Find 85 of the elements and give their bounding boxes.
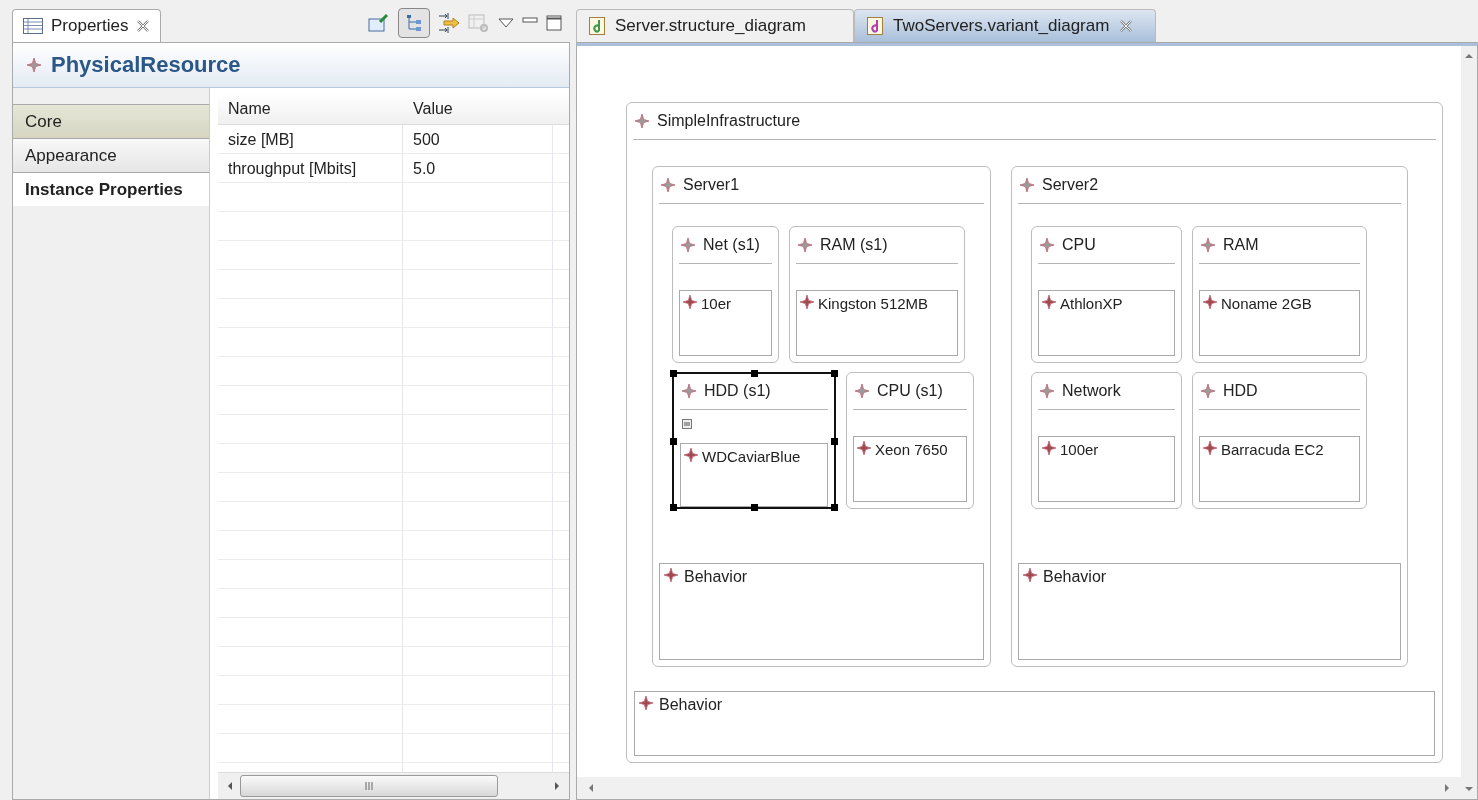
star-icon [857,441,871,455]
table-cell-text: 500 [412,130,441,149]
component-name: Net (s1) [703,236,760,254]
component-name: HDD (s1) [704,382,771,401]
star-icon [1201,384,1215,398]
selection-handle[interactable] [831,370,838,377]
grip-icon [364,782,374,790]
star-icon [27,58,41,72]
section-tab[interactable]: Appearance [13,138,209,172]
instance-name: 100er [1060,441,1099,458]
view-menu-icon[interactable] [498,17,514,29]
diagram-file-icon [867,17,883,35]
table-cell-text: 5.0 [412,159,437,178]
star-icon [682,384,696,399]
instance-name: WDCaviarBlue [702,448,801,466]
properties-tab[interactable]: Properties [12,9,162,42]
instance-name: 10er [701,295,732,312]
star-icon [800,295,814,309]
component-name: HDD [1223,382,1258,400]
scrollbar-thumb[interactable] [240,775,498,797]
instance-name: Xeon 7650 [875,441,948,458]
close-icon[interactable] [1119,19,1134,33]
scroll-right-icon[interactable] [553,781,561,791]
scroll-left-icon[interactable] [226,781,234,791]
selection-handle[interactable] [670,504,677,511]
table-icon [23,18,43,34]
component-name: CPU (s1) [877,382,943,400]
star-icon [1023,568,1037,582]
scroll-down-icon[interactable] [1464,785,1474,793]
column-header[interactable]: Value [403,100,553,118]
instance-name: Kingston 512MB [818,295,929,312]
selection-handle[interactable] [751,504,758,511]
behavior-label: Behavior [1043,568,1107,586]
editor-tab[interactable]: TwoServers.variant_diagram [854,9,1156,42]
star-icon [1201,238,1215,252]
column-header[interactable]: Name [218,100,403,118]
component-name: CPU [1062,236,1096,254]
server-name: Server2 [1042,176,1099,194]
selection-handle[interactable] [670,437,677,445]
scroll-up-icon[interactable] [1464,52,1474,60]
star-icon [635,114,649,128]
collapse-icon[interactable] [682,419,692,429]
close-icon[interactable] [136,19,151,33]
component-name: RAM (s1) [820,236,888,254]
selection-handle[interactable] [751,370,758,377]
star-icon [1042,441,1056,455]
star-icon [855,384,869,398]
tree-button[interactable] [398,8,430,38]
pin-icon[interactable] [368,13,390,33]
instance-name: AthlonXP [1060,295,1123,312]
behavior-label: Behavior [684,568,748,586]
editor-tab[interactable]: Server.structure_diagram [576,9,854,42]
table-cell-text: size [MB] [227,130,295,149]
selection-handle[interactable] [670,370,677,377]
star-icon [681,238,695,252]
star-icon [664,568,678,582]
diagram-file-icon [589,17,605,35]
star-icon [1040,384,1054,398]
scroll-right-icon[interactable] [1443,783,1451,793]
star-icon [639,696,653,710]
component-name: Network [1062,382,1121,400]
star-icon [1203,441,1217,455]
star-icon [661,178,675,192]
star-icon [684,448,698,463]
instance-name: Noname 2GB [1221,295,1312,312]
section-tab[interactable]: Instance Properties [13,172,209,206]
tree-icon [406,14,422,32]
server-name: Server1 [683,176,740,194]
maximize-icon[interactable] [546,15,562,31]
scroll-left-icon[interactable] [587,783,595,793]
star-icon [1040,238,1054,252]
star-icon [798,238,812,252]
instance-name: Barracuda EC2 [1221,441,1324,458]
star-icon [1042,295,1056,309]
table-cell-text: throughput [Mbits] [227,159,358,178]
section-tab[interactable]: Core [13,104,209,138]
behavior-label: Behavior [659,696,723,714]
selection-handle[interactable] [831,504,838,511]
star-icon [683,295,697,309]
infrastructure-name: SimpleInfrastructure [657,112,801,130]
arrows-icon[interactable] [438,12,460,34]
star-icon [1020,178,1034,192]
component-name: RAM [1223,236,1259,254]
selection-handle[interactable] [831,437,838,445]
star-icon [1203,295,1217,309]
